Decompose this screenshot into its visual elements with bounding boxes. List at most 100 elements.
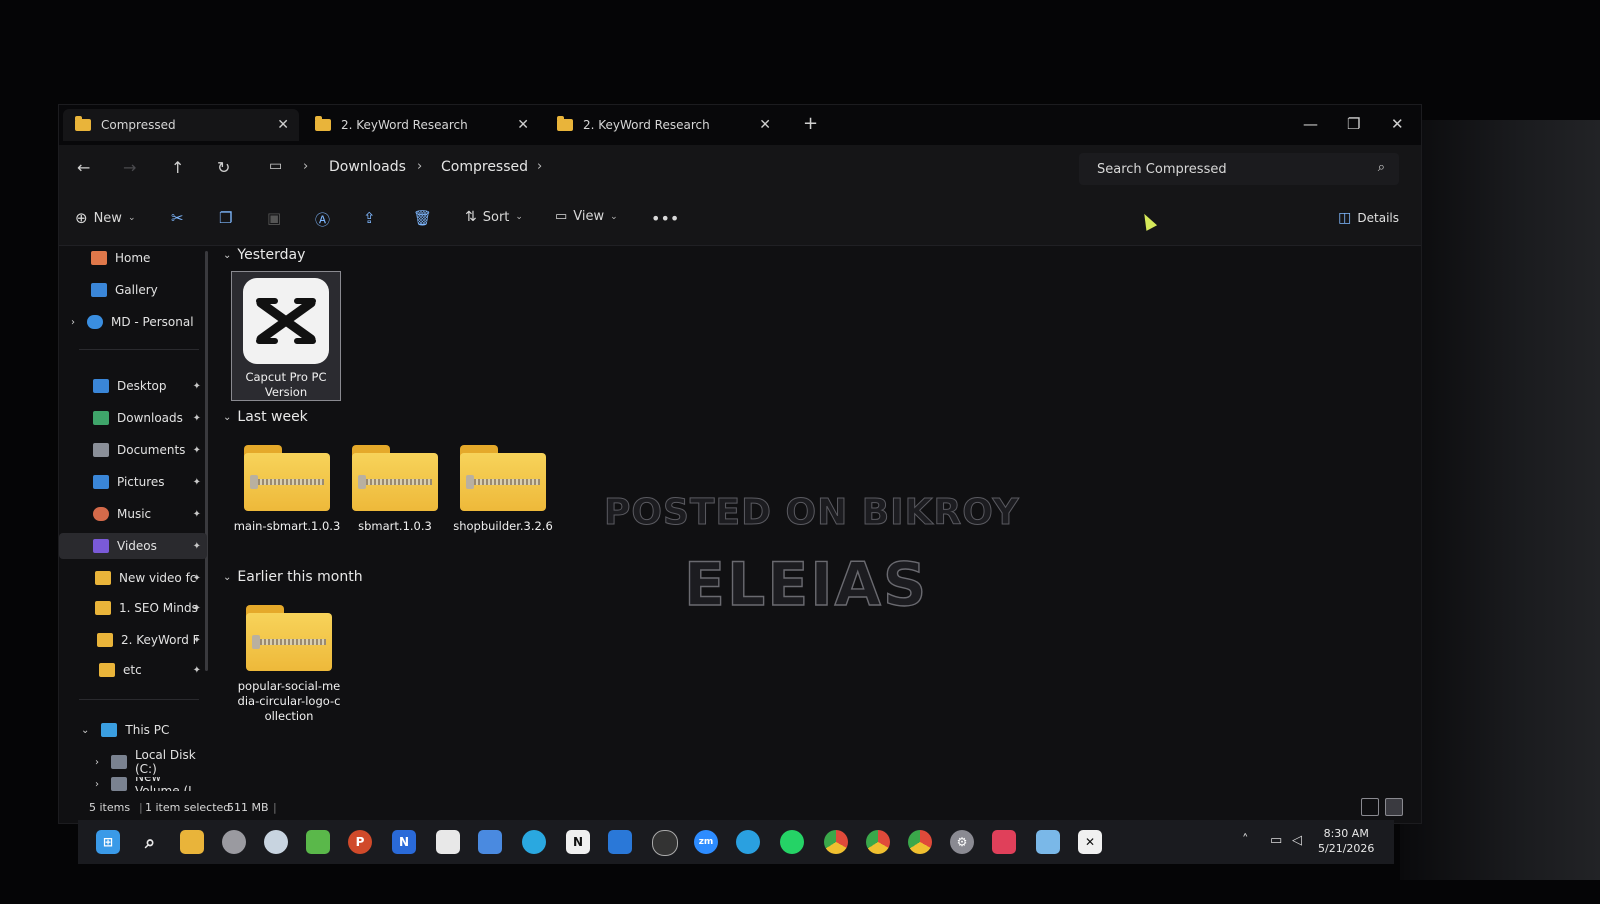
file-item-capcut[interactable]: Capcut Pro PC Version bbox=[231, 271, 341, 401]
sidebar-item-local-disk[interactable]: › Local Disk (C:) bbox=[59, 748, 207, 776]
sidebar-item-desktop[interactable]: Desktop ✦ bbox=[59, 373, 207, 399]
system-clock[interactable]: 8:30 AM 5/21/2026 bbox=[1318, 826, 1374, 856]
search-box[interactable]: ⌕ bbox=[1079, 153, 1399, 185]
chevron-up-icon[interactable]: ˄ bbox=[1242, 833, 1249, 848]
notes-icon[interactable] bbox=[478, 830, 502, 854]
delete-button[interactable]: 🗑 bbox=[413, 209, 432, 227]
pin-icon[interactable]: ✦ bbox=[193, 413, 201, 424]
settings-icon[interactable]: ⚙ bbox=[950, 830, 974, 854]
details-button[interactable]: ◫ Details bbox=[1338, 210, 1399, 226]
pin-icon[interactable]: ✦ bbox=[193, 603, 201, 614]
search-icon[interactable]: ⌕ bbox=[138, 830, 162, 854]
close-tab-icon[interactable]: ✕ bbox=[277, 117, 289, 133]
file-item-social-logo-collection[interactable]: popular-social-media-circular-logo-colle… bbox=[235, 605, 343, 724]
sidebar-item-this-pc[interactable]: ⌄ This PC bbox=[59, 717, 207, 743]
search-input[interactable] bbox=[1095, 161, 1359, 178]
sidebar-item-downloads[interactable]: Downloads ✦ bbox=[59, 405, 207, 431]
volume-icon[interactable]: ◁ bbox=[1292, 833, 1302, 848]
file-item-main-sbmart[interactable]: main-sbmart.1.0.3 bbox=[233, 445, 341, 534]
details-view-button[interactable] bbox=[1361, 798, 1379, 816]
clock-app-icon[interactable] bbox=[222, 830, 246, 854]
pin-icon[interactable]: ✦ bbox=[193, 509, 201, 520]
layers-icon[interactable] bbox=[306, 830, 330, 854]
tab-keyword-research-1[interactable]: 2. KeyWord Research ✕ bbox=[303, 109, 539, 141]
file-item-shopbuilder[interactable]: shopbuilder.3.2.6 bbox=[449, 445, 557, 534]
group-header-last-week[interactable]: ⌄ Last week bbox=[223, 409, 308, 425]
remote-desktop-icon[interactable] bbox=[1036, 830, 1060, 854]
notepad-icon[interactable] bbox=[436, 830, 460, 854]
chrome-icon[interactable] bbox=[866, 830, 890, 854]
group-header-yesterday[interactable]: ⌄ Yesterday bbox=[223, 247, 305, 263]
sidebar-item-new-volume[interactable]: › New Volume (I bbox=[59, 777, 207, 791]
recorder-icon[interactable] bbox=[992, 830, 1016, 854]
large-icons-view-button[interactable] bbox=[1385, 798, 1403, 816]
breadcrumb-separator[interactable]: › bbox=[303, 159, 308, 174]
sidebar-item-pictures[interactable]: Pictures ✦ bbox=[59, 469, 207, 495]
new-tab-button[interactable]: + bbox=[803, 113, 818, 134]
search-icon[interactable]: ⌕ bbox=[1378, 160, 1385, 175]
pin-icon[interactable]: ✦ bbox=[193, 541, 201, 552]
share-button[interactable]: ⇪ bbox=[363, 209, 376, 227]
sidebar-item-gallery[interactable]: Gallery bbox=[59, 277, 207, 303]
browser-icon[interactable] bbox=[264, 830, 288, 854]
paste-button[interactable]: ▣ bbox=[267, 209, 281, 227]
word-icon[interactable]: N bbox=[392, 830, 416, 854]
sort-button[interactable]: ⇅ Sort ⌄ bbox=[465, 209, 523, 225]
tab-keyword-research-2[interactable]: 2. KeyWord Research ✕ bbox=[545, 109, 781, 141]
pin-icon[interactable]: ✦ bbox=[193, 635, 201, 646]
forward-button[interactable]: → bbox=[123, 158, 136, 177]
tab-compressed[interactable]: Compressed ✕ bbox=[63, 109, 299, 141]
zoom-icon[interactable]: zm bbox=[694, 830, 718, 854]
file-explorer-icon[interactable] bbox=[180, 830, 204, 854]
breadcrumb-downloads[interactable]: Downloads bbox=[329, 159, 406, 175]
chrome-icon[interactable] bbox=[824, 830, 848, 854]
pin-icon[interactable]: ✦ bbox=[193, 573, 201, 584]
cut-button[interactable]: ✂ bbox=[171, 209, 184, 227]
group-header-earlier-this-month[interactable]: ⌄ Earlier this month bbox=[223, 569, 363, 585]
pin-icon[interactable]: ✦ bbox=[193, 381, 201, 392]
close-tab-icon[interactable]: ✕ bbox=[759, 117, 771, 133]
view-button[interactable]: ▭ View ⌄ bbox=[555, 209, 618, 224]
sidebar-item-seo-minds[interactable]: 1. SEO Minds ✦ bbox=[59, 595, 207, 621]
monitor-icon[interactable]: ▭ bbox=[269, 158, 282, 174]
new-button[interactable]: ⊕ New ⌄ bbox=[75, 209, 135, 227]
back-button[interactable]: ← bbox=[77, 158, 90, 177]
more-options-button[interactable]: ••• bbox=[651, 209, 679, 228]
view-label: View bbox=[573, 209, 605, 224]
chrome-icon[interactable] bbox=[908, 830, 932, 854]
copy-button[interactable]: ❐ bbox=[219, 209, 232, 227]
breadcrumb-separator[interactable]: › bbox=[537, 159, 542, 174]
up-button[interactable]: ↑ bbox=[171, 158, 184, 177]
pin-icon[interactable]: ✦ bbox=[193, 477, 201, 488]
minimize-button[interactable]: — bbox=[1303, 115, 1318, 133]
sidebar-item-music[interactable]: Music ✦ bbox=[59, 501, 207, 527]
sidebar-item-new-video-folder[interactable]: New video fc ✦ bbox=[59, 565, 207, 591]
close-window-button[interactable]: ✕ bbox=[1391, 115, 1404, 133]
restore-button[interactable]: ❐ bbox=[1347, 115, 1360, 133]
close-tab-icon[interactable]: ✕ bbox=[517, 117, 529, 133]
whatsapp-icon[interactable] bbox=[780, 830, 804, 854]
capcut-icon[interactable]: ✕ bbox=[1078, 830, 1102, 854]
refresh-button[interactable]: ↻ bbox=[217, 158, 230, 177]
sidebar-item-documents[interactable]: Documents ✦ bbox=[59, 437, 207, 463]
notion-icon[interactable]: N bbox=[566, 830, 590, 854]
sidebar-item-home[interactable]: Home bbox=[59, 245, 207, 271]
breadcrumb-compressed[interactable]: Compressed bbox=[441, 159, 528, 175]
powerpoint-icon[interactable]: P bbox=[348, 830, 372, 854]
breadcrumb-separator[interactable]: › bbox=[417, 159, 422, 174]
rename-button[interactable]: Ⓐ bbox=[315, 209, 330, 230]
edge-icon[interactable] bbox=[522, 830, 546, 854]
paste-icon: ▣ bbox=[267, 209, 282, 227]
sidebar-item-keyword-research[interactable]: 2. KeyWord F ✦ bbox=[59, 627, 207, 653]
sidebar-item-etc[interactable]: etc ✦ bbox=[59, 657, 207, 683]
file-item-sbmart[interactable]: sbmart.1.0.3 bbox=[341, 445, 449, 534]
sidebar-item-videos[interactable]: Videos ✦ bbox=[59, 533, 207, 559]
pin-icon[interactable]: ✦ bbox=[193, 665, 201, 676]
sidebar-item-onedrive[interactable]: › MD - Personal bbox=[59, 309, 207, 335]
network-icon[interactable]: ▭ bbox=[1270, 833, 1282, 848]
telegram-icon[interactable] bbox=[736, 830, 760, 854]
obs-icon[interactable] bbox=[652, 830, 678, 856]
start-icon[interactable]: ⊞ bbox=[96, 830, 120, 854]
pin-icon[interactable]: ✦ bbox=[193, 445, 201, 456]
outlook-icon[interactable] bbox=[608, 830, 632, 854]
